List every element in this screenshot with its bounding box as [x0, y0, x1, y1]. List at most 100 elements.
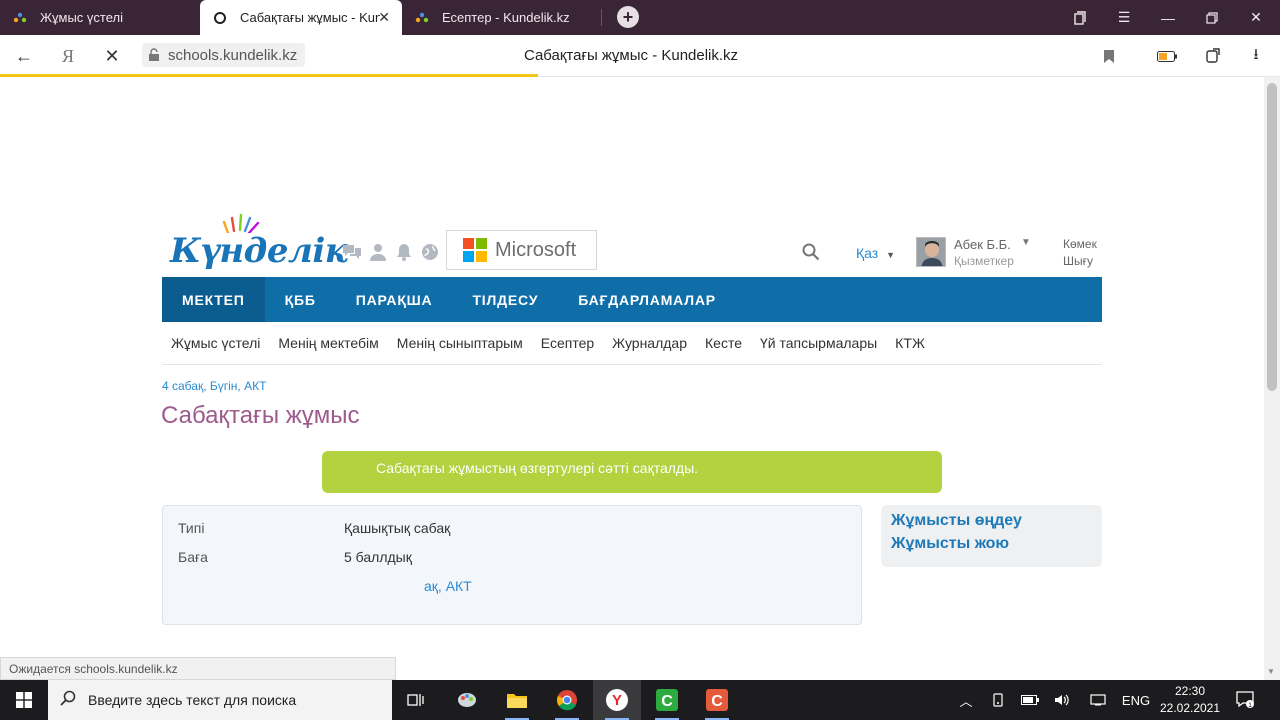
- notification-center-icon[interactable]: 1: [1236, 690, 1254, 713]
- browser-tab-bar: Жұмыс үстелі Сабақтағы жұмыс - Kundelik.…: [0, 0, 1280, 35]
- svg-text:C: C: [711, 693, 723, 710]
- clock-date: 22.02.2021: [1159, 701, 1221, 715]
- nav-page[interactable]: ПАРАҚША: [336, 277, 453, 322]
- collections-icon[interactable]: [1058, 0, 1102, 35]
- kundelik-favicon-icon: [12, 10, 28, 26]
- subnav-reports[interactable]: Есептер: [541, 335, 594, 351]
- download-icon[interactable]: ⭳: [1241, 35, 1271, 77]
- detail-value: Қашықтық сабақ: [344, 520, 451, 536]
- tab-desktop[interactable]: Жұмыс үстелі: [0, 0, 200, 35]
- logo-rays-icon: [222, 213, 260, 233]
- network-icon[interactable]: [1086, 680, 1110, 720]
- subnav-schedule[interactable]: Кесте: [705, 335, 742, 351]
- menu-icon[interactable]: ☰: [1102, 0, 1146, 35]
- search-icon: [60, 690, 76, 711]
- messages-icon[interactable]: [342, 243, 362, 263]
- lesson-link[interactable]: ақ, АКТ: [424, 578, 472, 594]
- kundelik-favicon-icon: [414, 10, 430, 26]
- work-details-panel: Типі Қашықтық сабақ Баға 5 баллдық ақ, А…: [162, 505, 862, 625]
- browser-status-tooltip: Ожидается schools.kundelik.kz: [0, 657, 396, 680]
- camtasia-green-icon[interactable]: C: [643, 680, 691, 720]
- main-navigation: МЕКТЕП ҚББ ПАРАҚША ТІЛДЕСУ БАҒДАРЛАМАЛАР: [162, 277, 1102, 322]
- search-icon[interactable]: [802, 243, 820, 266]
- subnav-homework[interactable]: Үй тапсырмалары: [760, 335, 877, 351]
- paint-app-icon[interactable]: [443, 680, 491, 720]
- camtasia-recorder-icon[interactable]: C: [693, 680, 741, 720]
- tab-label: Есептер - Kundelik.kz: [442, 10, 570, 25]
- extensions-icon[interactable]: [1198, 35, 1228, 77]
- page-title-display: Сабақтағы жұмыс - Kundelik.kz: [523, 47, 739, 64]
- caret-down-icon: ▼: [886, 250, 896, 260]
- new-tab-icon[interactable]: +: [617, 6, 639, 28]
- bookmark-icon[interactable]: [1094, 35, 1124, 77]
- windows-taskbar: Введите здесь текст для поиска Y C C ︿ E…: [0, 680, 1280, 720]
- microsoft-partner-badge[interactable]: Microsoft: [446, 230, 597, 270]
- page-scrollbar[interactable]: ▼: [1264, 77, 1280, 680]
- partner-label: Microsoft: [495, 238, 577, 261]
- tab-separator: [601, 9, 602, 26]
- minimize-icon[interactable]: —: [1146, 0, 1190, 35]
- microsoft-logo-icon: [463, 238, 487, 262]
- breadcrumb[interactable]: 4 сабақ, Бүгін, АКТ: [162, 379, 266, 393]
- tab-label: Сабақтағы жұмыс - Kundelik.kz: [240, 10, 380, 25]
- kundelik-logo[interactable]: Күнделік: [170, 213, 348, 273]
- scroll-down-icon[interactable]: ▼: [1267, 667, 1275, 676]
- chrome-icon[interactable]: [543, 680, 591, 720]
- page-heading: Сабақтағы жұмыс: [161, 402, 360, 429]
- subnav-journals[interactable]: Журналдар: [612, 335, 687, 351]
- task-view-icon[interactable]: [392, 680, 440, 720]
- subnav-my-school[interactable]: Менің мектебім: [278, 335, 378, 351]
- input-language-indicator[interactable]: ENG: [1118, 680, 1154, 720]
- logout-link[interactable]: Шығу: [1063, 254, 1093, 268]
- help-link[interactable]: Көмек: [1063, 237, 1097, 251]
- battery-icon[interactable]: [1018, 680, 1042, 720]
- device-icon[interactable]: [986, 680, 1010, 720]
- subnav-my-classes[interactable]: Менің сыныптарым: [397, 335, 523, 351]
- address-bar: ← Я ✕ schools.kundelik.kz Сабақтағы жұмы…: [0, 35, 1280, 77]
- detail-label: Баға: [178, 549, 208, 565]
- yandex-browser-icon[interactable]: Y: [593, 680, 641, 720]
- nav-programs[interactable]: БАҒДАРЛАМАЛАР: [558, 277, 736, 322]
- profile-icon[interactable]: [368, 243, 388, 263]
- nav-communication[interactable]: ТІЛДЕСУ: [452, 277, 558, 322]
- user-name[interactable]: Абек Б.Б.: [954, 237, 1011, 252]
- close-tab-icon[interactable]: ✕: [378, 9, 390, 26]
- subnav-ktzh[interactable]: КТЖ: [895, 335, 925, 351]
- site-header: Күнделік Microsoft Қаз ▼ Абек Б.Б. Қызме…: [162, 213, 1102, 277]
- tab-reports[interactable]: Есептер - Kundelik.kz: [402, 0, 602, 35]
- sub-navigation: Жұмыс үстелі Менің мектебім Менің сыныпт…: [162, 322, 1102, 365]
- detail-label: Типі: [178, 520, 205, 536]
- tab-label: Жұмыс үстелі: [40, 10, 123, 25]
- subnav-desktop[interactable]: Жұмыс үстелі: [171, 335, 260, 351]
- delete-work-link[interactable]: Жұмысты жою: [891, 535, 1102, 553]
- nav-school[interactable]: МЕКТЕП: [162, 277, 265, 322]
- windows-start-icon[interactable]: [0, 680, 48, 720]
- taskbar-search[interactable]: Введите здесь текст для поиска: [48, 680, 392, 720]
- language-label: Қаз: [856, 245, 879, 261]
- tab-lesson-work[interactable]: Сабақтағы жұмыс - Kundelik.kz ✕: [200, 0, 402, 35]
- globe-icon[interactable]: [420, 243, 440, 263]
- work-actions-panel: Жұмысты өңдеу Жұмысты жою: [881, 505, 1102, 567]
- svg-text:C: C: [661, 693, 673, 710]
- logo-text: Күнделік: [170, 231, 348, 271]
- success-alert: Сабақтағы жұмыстың өзгертулері сәтті сақ…: [322, 451, 942, 493]
- file-explorer-icon[interactable]: [493, 680, 541, 720]
- user-menu-caret-icon[interactable]: ▼: [1021, 237, 1031, 248]
- close-window-icon[interactable]: ✕: [1234, 0, 1278, 35]
- notifications-bell-icon[interactable]: [394, 243, 414, 263]
- scrollbar-thumb[interactable]: [1267, 83, 1277, 391]
- nav-kbb[interactable]: ҚББ: [265, 277, 336, 322]
- language-selector[interactable]: Қаз ▼: [856, 245, 895, 261]
- volume-icon[interactable]: [1050, 680, 1074, 720]
- user-avatar[interactable]: [916, 237, 946, 267]
- detail-value: 5 баллдық: [344, 549, 412, 565]
- battery-saver-icon[interactable]: [1152, 35, 1182, 77]
- svg-text:Y: Y: [612, 692, 622, 709]
- taskbar-search-placeholder: Введите здесь текст для поиска: [88, 692, 297, 708]
- edit-work-link[interactable]: Жұмысты өңдеу: [891, 512, 1102, 530]
- detail-row-type: Типі Қашықтық сабақ: [178, 520, 450, 536]
- restore-icon[interactable]: [1190, 0, 1234, 35]
- show-hidden-icons-caret[interactable]: ︿: [954, 680, 978, 720]
- loading-spinner-icon: [212, 10, 228, 26]
- system-clock[interactable]: 22:30 22.02.2021: [1150, 683, 1230, 717]
